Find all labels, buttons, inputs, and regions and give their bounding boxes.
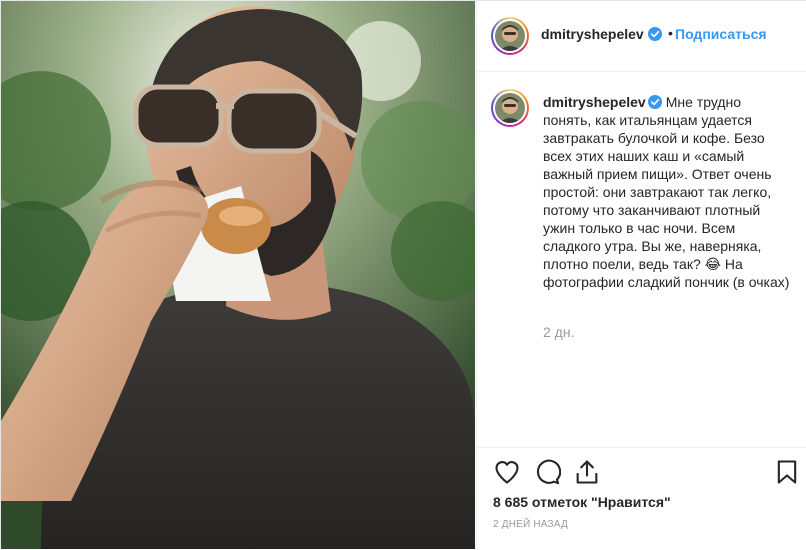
post-username[interactable]: dmitryshepelev (541, 26, 644, 42)
share-icon[interactable] (573, 458, 601, 486)
avatar-image (495, 21, 525, 51)
caption-body: Мне трудно понять, как итальянцам удаетс… (543, 94, 790, 290)
post-photo[interactable] (1, 1, 475, 549)
bookmark-icon[interactable] (773, 458, 801, 486)
verified-badge-icon (648, 27, 662, 41)
photo-illustration (1, 1, 475, 549)
caption-text: dmitryshepelev Мне трудно понять, как ита… (543, 93, 793, 291)
caption-avatar-image (495, 93, 525, 123)
caption-timestamp[interactable]: 2 дн. (543, 324, 574, 340)
avatar[interactable] (491, 17, 529, 55)
follow-button[interactable]: Подписаться (675, 26, 767, 42)
header-separator: • (668, 25, 673, 41)
instagram-post: dmitryshepelev • Подписаться dmitryshepe… (0, 0, 806, 549)
likes-count[interactable]: 8 685 отметок "Нравится" (493, 494, 671, 510)
post-date[interactable]: 2 ДНЕЙ НАЗАД (493, 519, 568, 530)
caption-avatar[interactable] (491, 89, 529, 127)
caption-username[interactable]: dmitryshepelev (543, 94, 646, 110)
action-bar: 8 685 отметок "Нравится" 2 ДНЕЙ НАЗАД (477, 447, 806, 550)
comment-icon[interactable] (533, 458, 561, 486)
verified-badge-icon (647, 95, 662, 109)
post-header: dmitryshepelev • Подписаться (477, 1, 806, 72)
heart-icon[interactable] (493, 458, 521, 486)
post-side-panel: dmitryshepelev • Подписаться dmitryshepe… (476, 1, 806, 549)
